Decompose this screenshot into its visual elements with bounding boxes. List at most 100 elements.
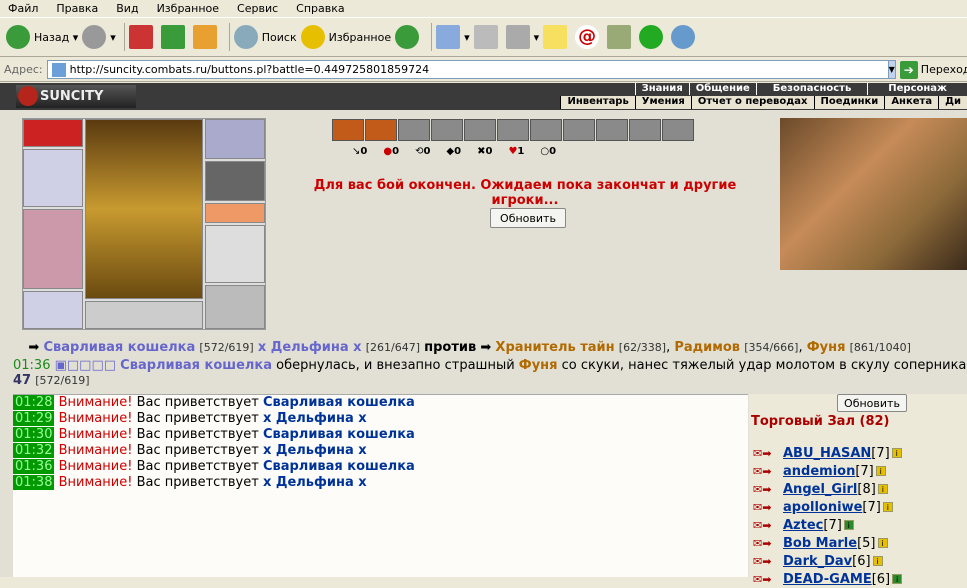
effect-icon-10[interactable] — [629, 119, 661, 141]
enemy-1-name[interactable]: Хранитель тайн — [495, 340, 614, 355]
private-message-icon[interactable]: ✉➡ — [753, 501, 783, 514]
info-icon[interactable]: i — [844, 520, 854, 530]
nav-fights[interactable]: Поединки — [814, 96, 885, 109]
bracer-slot[interactable] — [205, 119, 265, 159]
private-message-icon[interactable]: ✉➡ — [753, 537, 783, 550]
nav-communication[interactable]: Общение — [689, 83, 756, 95]
edit-button[interactable]: ▾ — [506, 21, 540, 53]
user-name[interactable]: andemion — [783, 464, 855, 479]
refresh-button[interactable] — [161, 21, 189, 53]
nav-more[interactable]: Ди — [938, 96, 967, 109]
nav-character[interactable]: Персонаж — [867, 83, 967, 95]
log-actor[interactable]: Сварливая кошелка — [120, 358, 272, 373]
note-button[interactable] — [543, 21, 571, 53]
chat-user-name[interactable]: х Дельфина х — [263, 443, 367, 458]
info-icon[interactable]: i — [878, 538, 888, 548]
chat-time[interactable]: 01:29 — [13, 411, 54, 426]
info-icon[interactable]: i — [876, 466, 886, 476]
amulet-slots[interactable] — [205, 203, 265, 223]
ally-name[interactable]: х Дельфина х — [258, 340, 362, 355]
refresh-battle-button[interactable]: Обновить — [490, 208, 566, 228]
user-name[interactable]: Bob Marle — [783, 536, 857, 551]
log-target[interactable]: Фуня — [519, 358, 558, 373]
private-message-icon[interactable]: ✉➡ — [753, 519, 783, 532]
ring-slots[interactable] — [85, 301, 203, 329]
fire-wave-icon[interactable] — [365, 119, 397, 141]
chat-time[interactable]: 01:30 — [13, 427, 54, 442]
address-input[interactable]: http://suncity.combats.ru/buttons.pl?bat… — [47, 60, 889, 79]
belt-slot[interactable] — [23, 291, 83, 329]
private-message-icon[interactable]: ✉➡ — [753, 573, 783, 586]
nav-security[interactable]: Безопасность — [756, 83, 868, 95]
email-button[interactable]: @ — [575, 21, 603, 53]
research-button[interactable] — [607, 21, 635, 53]
user-name[interactable]: Dark_Dav — [783, 554, 852, 569]
effect-icon-8[interactable] — [563, 119, 595, 141]
chat-user-name[interactable]: Сварливая кошелка — [263, 427, 415, 442]
fire-effect-icon[interactable] — [332, 119, 364, 141]
info-icon[interactable]: i — [873, 556, 883, 566]
user-name[interactable]: apolloniwe — [783, 500, 862, 515]
refresh-users-button[interactable]: Обновить — [837, 394, 907, 412]
user-name[interactable]: Angel_Girl — [783, 482, 857, 497]
site-logo[interactable]: SUNCITY — [16, 85, 136, 108]
chat-time[interactable]: 01:32 — [13, 443, 54, 458]
enemy-2-name[interactable]: Радимов — [674, 340, 740, 355]
user-name[interactable]: DEAD-GAME — [783, 572, 872, 587]
messenger-button[interactable] — [671, 21, 699, 53]
history-button[interactable] — [395, 21, 423, 53]
chat-user-name[interactable]: х Дельфина х — [263, 475, 367, 490]
menu-tools[interactable]: Сервис — [229, 2, 288, 15]
stop-button[interactable] — [129, 21, 157, 53]
menu-favorites[interactable]: Избранное — [149, 2, 229, 15]
private-message-icon[interactable]: ✉➡ — [753, 555, 783, 568]
effect-icon-11[interactable] — [662, 119, 694, 141]
effect-icon-4[interactable] — [431, 119, 463, 141]
private-message-icon[interactable]: ✉➡ — [753, 447, 783, 460]
go-button[interactable]: ➔Переход — [900, 61, 967, 79]
info-icon[interactable]: i — [878, 484, 888, 494]
menu-edit[interactable]: Правка — [48, 2, 108, 15]
forward-button[interactable]: ▾ — [82, 21, 116, 53]
effect-icon-7[interactable] — [530, 119, 562, 141]
menu-view[interactable]: Вид — [108, 2, 148, 15]
info-icon[interactable]: i — [892, 448, 902, 458]
user-name[interactable]: Aztec — [783, 518, 823, 533]
chat-time[interactable]: 01:38 — [13, 475, 54, 490]
private-message-icon[interactable]: ✉➡ — [753, 483, 783, 496]
mail-button[interactable]: ▾ — [436, 21, 470, 53]
home-button[interactable] — [193, 21, 221, 53]
effect-icon-3[interactable] — [398, 119, 430, 141]
armor-slot[interactable] — [23, 209, 83, 289]
private-message-icon[interactable]: ✉➡ — [753, 465, 783, 478]
shield-slot[interactable] — [205, 225, 265, 283]
print-button[interactable] — [474, 21, 502, 53]
enemy-3-name[interactable]: Фуня — [807, 340, 846, 355]
chat-time[interactable]: 01:28 — [13, 395, 54, 410]
info-icon[interactable]: i — [892, 574, 902, 584]
info-icon[interactable]: i — [883, 502, 893, 512]
chat-user-name[interactable]: х Дельфина х — [263, 411, 367, 426]
user-name[interactable]: ABU_HASAN — [783, 446, 871, 461]
chat-user-name[interactable]: Сварливая кошелка — [263, 395, 415, 410]
search-button[interactable]: Поиск — [234, 21, 297, 53]
nav-inventory[interactable]: Инвентарь — [560, 96, 634, 109]
player-name[interactable]: Сварливая кошелка — [43, 340, 195, 355]
nav-skills[interactable]: Умения — [635, 96, 691, 109]
back-button[interactable]: Назад ▾ — [6, 21, 78, 53]
gloves-slot[interactable] — [205, 161, 265, 201]
effect-icon-5[interactable] — [464, 119, 496, 141]
address-dropdown[interactable]: ▼ — [888, 60, 896, 79]
nav-knowledge[interactable]: Знания — [635, 83, 689, 95]
chat-user-name[interactable]: Сварливая кошелка — [263, 459, 415, 474]
menu-help[interactable]: Справка — [288, 2, 354, 15]
favorites-button[interactable]: Избранное — [301, 21, 391, 53]
menu-file[interactable]: Файл — [0, 2, 48, 15]
helmet-slot[interactable] — [23, 119, 83, 147]
boots-slot[interactable] — [205, 285, 265, 329]
nav-transfers[interactable]: Отчет о переводах — [691, 96, 814, 109]
effect-icon-9[interactable] — [596, 119, 628, 141]
chat-time[interactable]: 01:36 — [13, 459, 54, 474]
weapon-slot[interactable] — [23, 149, 83, 207]
nav-profile[interactable]: Анкета — [884, 96, 938, 109]
